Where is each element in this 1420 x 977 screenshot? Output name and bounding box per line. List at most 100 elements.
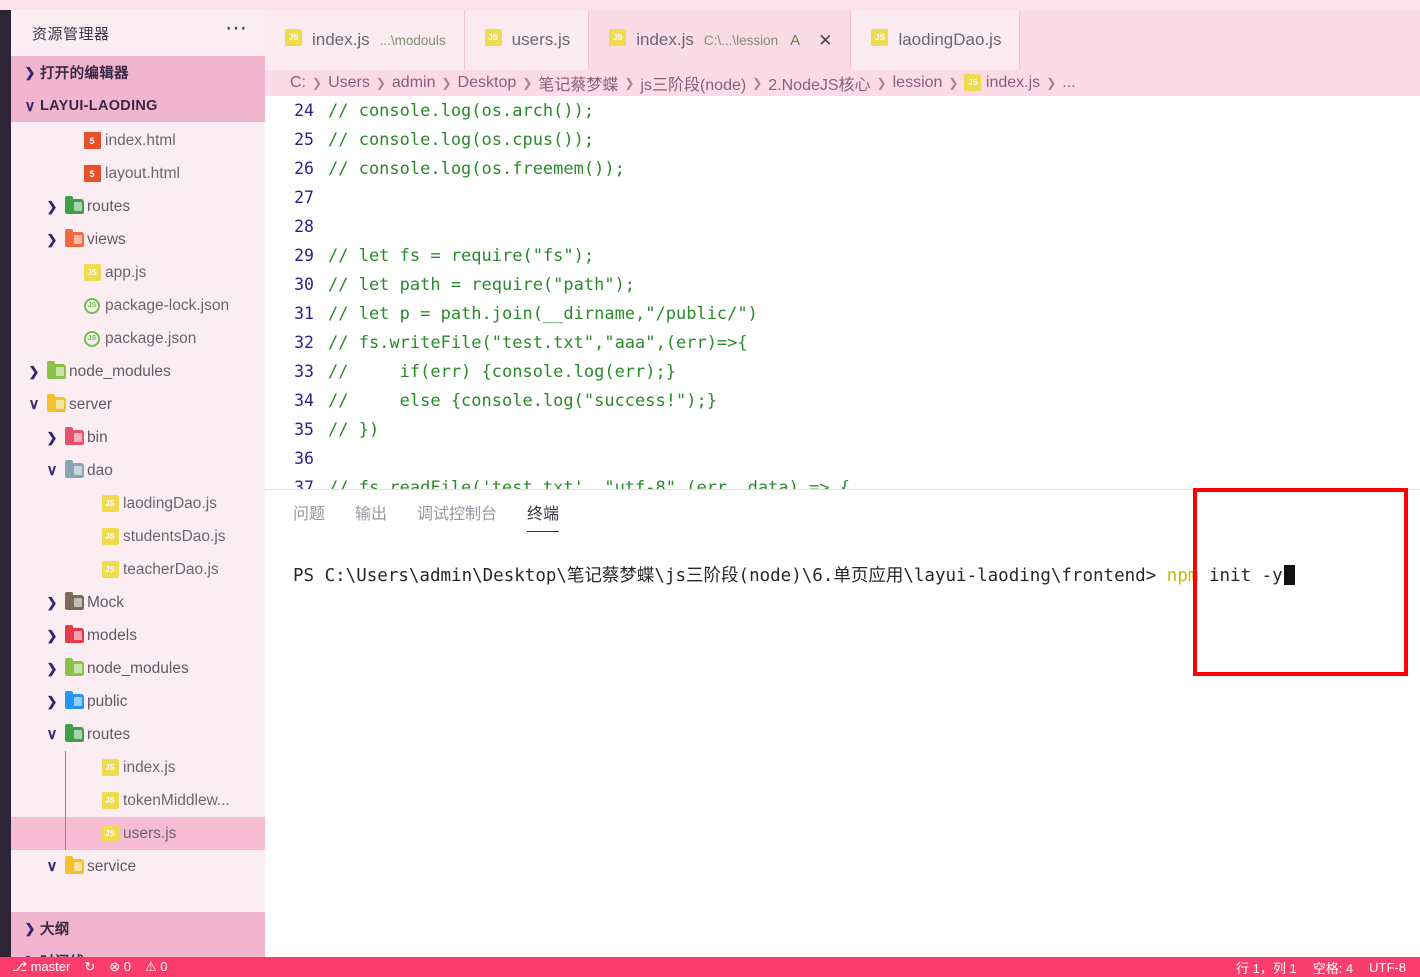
editor-tab[interactable]: index.js C:\...\lession A ✕ bbox=[589, 10, 852, 70]
breadcrumb-item[interactable]: Desktop bbox=[458, 74, 517, 92]
tree-item-label: bin bbox=[87, 428, 108, 446]
folder-icon bbox=[64, 658, 84, 676]
tree-file-row[interactable]: package-lock.json bbox=[11, 289, 265, 322]
html-file-icon bbox=[83, 165, 101, 182]
tree-item-label: node_modules bbox=[87, 659, 189, 677]
tree-item-label: package-lock.json bbox=[105, 296, 230, 314]
code-text[interactable]: // let fs = require("fs"); bbox=[328, 246, 594, 266]
tree-file-row[interactable]: users.js bbox=[11, 817, 265, 850]
editor-tab[interactable]: users.js bbox=[464, 10, 590, 70]
breadcrumb-item[interactable]: lession bbox=[893, 74, 943, 92]
sidebar-section-timeline[interactable]: 时间线 bbox=[11, 945, 265, 957]
panel-tab[interactable]: 调试控制台 bbox=[417, 500, 497, 528]
code-text[interactable]: // else {console.log("success!");} bbox=[328, 391, 717, 411]
js-file-icon bbox=[871, 29, 889, 46]
chevron-right-icon[interactable] bbox=[47, 694, 58, 710]
breadcrumb-overflow[interactable]: ... bbox=[1062, 74, 1075, 92]
chevron-right-icon[interactable] bbox=[47, 595, 58, 611]
tree-folder-row[interactable]: public bbox=[11, 685, 265, 718]
code-text[interactable]: // console.log(os.freemem()); bbox=[328, 159, 625, 179]
code-text[interactable]: // console.log(os.arch()); bbox=[328, 101, 594, 121]
tree-folder-row[interactable]: routes bbox=[11, 718, 265, 751]
code-text[interactable]: // fs.readFile('test.txt', "utf-8",(err,… bbox=[328, 478, 850, 490]
code-text[interactable]: // if(err) {console.log(err);} bbox=[328, 362, 676, 382]
tree-folder-row[interactable]: routes bbox=[11, 190, 265, 223]
folder-icon bbox=[64, 856, 84, 874]
breadcrumb-item[interactable]: js三阶段(node) bbox=[640, 71, 746, 95]
js-file-icon bbox=[101, 759, 119, 776]
breadcrumb-item[interactable]: Users bbox=[328, 74, 370, 92]
tree-folder-row[interactable]: models bbox=[11, 619, 265, 652]
breadcrumb-file[interactable]: index.js bbox=[964, 74, 1040, 92]
chevron-down-icon[interactable] bbox=[47, 461, 58, 479]
tree-folder-row[interactable]: node_modules bbox=[11, 355, 265, 388]
status-bar-item[interactable]: UTF-8 bbox=[1369, 960, 1406, 975]
tree-file-row[interactable]: index.js bbox=[11, 751, 265, 784]
sidebar-section-workspace[interactable]: LAYUI-LAODING bbox=[11, 89, 265, 122]
tree-folder-row[interactable]: dao bbox=[11, 454, 265, 487]
ellipsis-icon[interactable]: ⋯ bbox=[225, 17, 249, 43]
status-bar-item[interactable]: ⚠ 0 bbox=[145, 959, 168, 975]
breadcrumb-item[interactable]: C: bbox=[290, 74, 306, 92]
breadcrumb-item[interactable]: 笔记蔡梦蝶 bbox=[538, 71, 618, 95]
tree-file-row[interactable]: teacherDao.js bbox=[11, 553, 265, 586]
editor-tab[interactable]: index.js ...\modouls bbox=[265, 10, 465, 70]
status-bar-item[interactable]: 空格: 4 bbox=[1313, 958, 1353, 977]
breadcrumb-item[interactable]: 2.NodeJS核心 bbox=[768, 71, 870, 95]
status-bar-item[interactable]: ⊗ 0 bbox=[109, 959, 131, 975]
chevron-right-icon[interactable] bbox=[47, 232, 58, 248]
js-file-icon bbox=[484, 29, 502, 46]
code-text[interactable]: // let p = path.join(__dirname,"/public/… bbox=[328, 304, 758, 324]
tab-description: C:\...\lession bbox=[703, 32, 779, 48]
panel-tab[interactable]: 问题 bbox=[293, 500, 325, 528]
chevron-right-icon[interactable] bbox=[47, 661, 58, 677]
line-number: 31 bbox=[294, 304, 314, 323]
sidebar-section-outline[interactable]: 大纲 bbox=[11, 912, 265, 945]
tab-label: index.js bbox=[636, 30, 694, 49]
tree-file-row[interactable]: laodingDao.js bbox=[11, 487, 265, 520]
chevron-down-icon[interactable] bbox=[29, 395, 40, 413]
code-text[interactable]: // let path = require("path"); bbox=[328, 275, 635, 295]
tree-folder-row[interactable]: server bbox=[11, 388, 265, 421]
code-editor[interactable]: 24 // console.log(os.arch()); 25 // console… bbox=[265, 96, 1420, 489]
terminal-output[interactable]: PS C:\Users\admin\Desktop\笔记蔡梦蝶\js三阶段(no… bbox=[265, 538, 1420, 587]
code-text[interactable]: // console.log(os.cpus()); bbox=[328, 130, 594, 150]
code-text[interactable]: // }) bbox=[328, 420, 379, 440]
tree-file-row[interactable]: package.json bbox=[11, 322, 265, 355]
code-line: 24 // console.log(os.arch()); bbox=[265, 96, 1420, 125]
line-number: 28 bbox=[294, 217, 314, 236]
chevron-right-icon[interactable] bbox=[47, 199, 58, 215]
editor-tab[interactable]: laodingDao.js bbox=[851, 10, 1021, 70]
panel-tab[interactable]: 终端 bbox=[527, 500, 560, 532]
chevron-right-icon bbox=[20, 921, 40, 937]
tree-folder-row[interactable]: bin bbox=[11, 421, 265, 454]
file-icon-wrap bbox=[61, 460, 87, 478]
line-number: 34 bbox=[294, 391, 314, 410]
activity-bar[interactable] bbox=[0, 10, 11, 957]
chevron-right-icon[interactable] bbox=[29, 364, 40, 380]
code-text[interactable]: // fs.writeFile("test.txt","aaa",(err)=>… bbox=[328, 333, 748, 353]
panel-tab[interactable]: 输出 bbox=[355, 500, 387, 528]
tree-folder-row[interactable]: Mock bbox=[11, 586, 265, 619]
chevron-down-icon[interactable] bbox=[47, 725, 58, 743]
tree-file-row[interactable]: studentsDao.js bbox=[11, 520, 265, 553]
tree-file-row[interactable]: layout.html bbox=[11, 157, 265, 190]
tree-folder-row[interactable]: views bbox=[11, 223, 265, 256]
tree-item-label: routes bbox=[87, 725, 131, 743]
chevron-right-icon[interactable] bbox=[47, 430, 58, 446]
tree-file-row[interactable]: index.html bbox=[11, 124, 265, 157]
tree-folder-row[interactable]: node_modules bbox=[11, 652, 265, 685]
sidebar-section-open-editors[interactable]: 打开的编辑器 bbox=[11, 56, 265, 89]
breadcrumb-item[interactable]: admin bbox=[392, 74, 436, 92]
chevron-right-icon[interactable] bbox=[47, 628, 58, 644]
tab-label: users.js bbox=[511, 30, 571, 49]
chevron-down-icon[interactable] bbox=[47, 857, 58, 875]
tree-file-row[interactable]: app.js bbox=[11, 256, 265, 289]
status-bar-item[interactable]: ↻ bbox=[84, 959, 95, 975]
close-icon[interactable]: ✕ bbox=[818, 32, 832, 49]
tree-folder-row[interactable]: service bbox=[11, 850, 265, 883]
line-number: 30 bbox=[294, 275, 314, 294]
tree-file-row[interactable]: tokenMiddlew... bbox=[11, 784, 265, 817]
status-bar-item[interactable]: 行 1，列 1 bbox=[1236, 958, 1297, 977]
status-bar-item[interactable]: ⎇ master bbox=[12, 959, 70, 975]
